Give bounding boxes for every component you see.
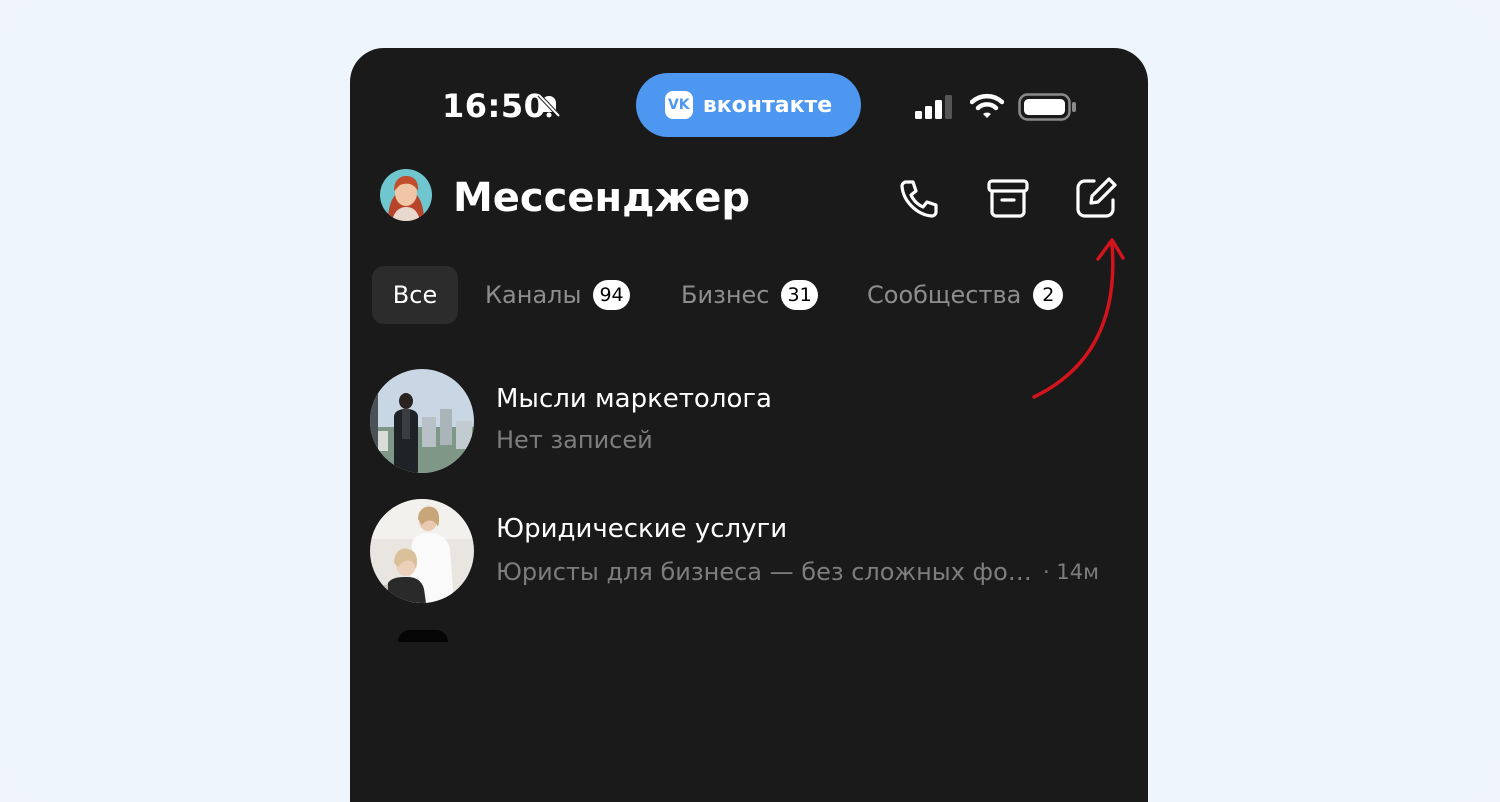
compose-icon[interactable] [1074,176,1118,220]
chat-title: Мысли маркетолога [496,384,772,414]
tab-business[interactable]: Бизнес 31 [681,266,818,324]
chat-avatar [370,369,474,473]
island-label: вконтакте [702,92,833,118]
tab-label: Все [392,281,438,309]
tab-label: Бизнес [681,281,770,309]
status-time: 16:50 [442,87,547,125]
annotation-arrow-icon [1020,225,1130,409]
phone-icon[interactable] [897,176,941,220]
count-badge: 94 [593,280,630,310]
bell-off-icon [536,92,562,122]
chat-avatar [370,499,474,603]
phone-screen: 16:50 VK вконтакте Мессенджер Все Каналы… [350,48,1148,802]
tab-channels[interactable]: Каналы 94 [485,266,630,324]
chat-preview: Юристы для бизнеса — без сложных фо… [496,558,1032,586]
chat-timestamp: · 14м [1043,560,1099,584]
vk-dynamic-island[interactable]: VK вконтакте [636,73,861,137]
tab-label: Каналы [485,281,582,309]
tab-all[interactable]: Все [372,266,458,324]
battery-icon [1018,93,1078,125]
signal-icon [915,95,955,123]
tab-label: Сообщества [867,281,1022,309]
chat-preview: Нет записей [496,426,653,454]
vk-logo-icon: VK [664,91,693,119]
page-background: 16:50 VK вконтакте Мессенджер Все Каналы… [0,0,1500,802]
wifi-icon [969,92,1005,124]
next-chat-avatar-edge [398,630,448,642]
page-title: Мессенджер [453,175,750,221]
count-badge: 31 [781,280,818,310]
user-avatar[interactable] [380,169,432,221]
archive-icon[interactable] [986,176,1030,220]
chat-title: Юридические услуги [496,514,788,544]
